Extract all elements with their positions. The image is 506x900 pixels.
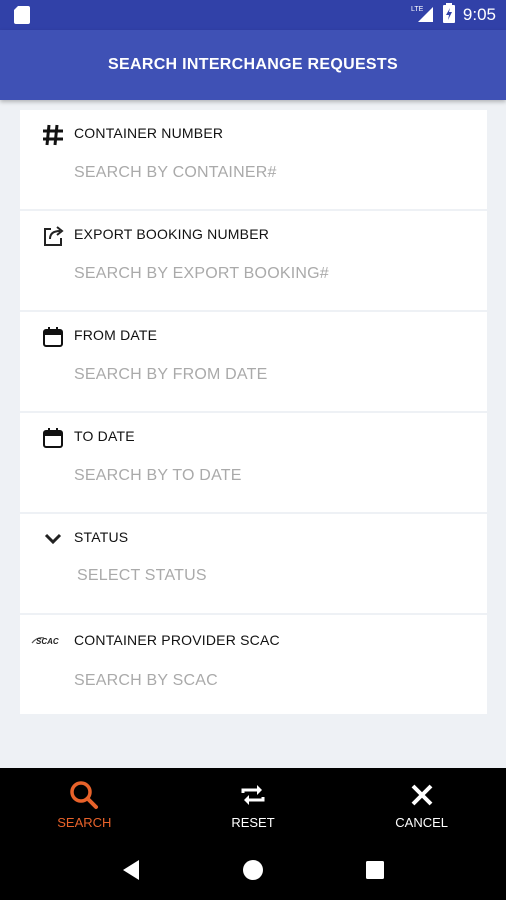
clock: 9:05	[462, 5, 496, 24]
status-bar: LTE 9:05	[0, 0, 506, 30]
scac-card: SCAC CONTAINER PROVIDER SCAC	[20, 615, 487, 714]
to-date-input[interactable]	[74, 465, 464, 487]
scac-input[interactable]	[74, 670, 464, 692]
container-number-label: CONTAINER NUMBER	[74, 125, 224, 141]
app-bar: SEARCH INTERCHANGE REQUESTS	[0, 30, 506, 100]
search-form: CONTAINER NUMBER EXPORT BOOKING NUMBER F…	[20, 110, 487, 716]
system-navigation-bar	[0, 840, 506, 900]
battery-icon	[442, 2, 455, 28]
reset-button-label: RESET	[231, 814, 275, 830]
container-number-card: CONTAINER NUMBER	[20, 110, 487, 209]
calendar-icon	[40, 324, 66, 350]
status-card[interactable]: STATUS SELECT STATUS	[20, 514, 487, 613]
lte-signal-icon: LTE	[411, 3, 435, 28]
from-date-card: FROM DATE	[20, 312, 487, 411]
to-date-card: TO DATE	[20, 413, 487, 512]
container-number-input[interactable]	[74, 162, 464, 184]
search-button-label: SEARCH	[57, 814, 112, 830]
chevron-down-icon	[40, 526, 66, 552]
to-date-label: TO DATE	[74, 428, 135, 444]
from-date-label: FROM DATE	[74, 327, 158, 343]
calendar-icon	[40, 425, 66, 451]
bottom-action-bar: SEARCH RESET CANCEL	[0, 768, 506, 840]
repeat-icon	[237, 779, 269, 811]
status-label: STATUS	[74, 529, 129, 545]
export-booking-card: EXPORT BOOKING NUMBER	[20, 211, 487, 310]
share-export-icon	[40, 223, 66, 249]
scac-label: CONTAINER PROVIDER SCAC	[74, 632, 280, 648]
search-icon	[68, 779, 100, 811]
reset-button[interactable]: RESET	[169, 768, 338, 840]
cancel-button[interactable]: CANCEL	[337, 768, 506, 840]
home-icon[interactable]	[233, 850, 273, 890]
close-icon	[406, 779, 438, 811]
sd-card-icon	[14, 6, 30, 24]
search-button[interactable]: SEARCH	[0, 768, 169, 840]
svg-text:SCAC: SCAC	[36, 637, 59, 646]
export-booking-label: EXPORT BOOKING NUMBER	[74, 226, 270, 242]
export-booking-input[interactable]	[74, 263, 464, 285]
scac-logo-icon: SCAC	[30, 627, 66, 653]
page-title: SEARCH INTERCHANGE REQUESTS	[108, 56, 398, 73]
svg-text:LTE: LTE	[411, 6, 424, 13]
from-date-input[interactable]	[74, 364, 464, 386]
cancel-button-label: CANCEL	[395, 814, 449, 830]
hash-icon	[40, 122, 66, 148]
recents-icon[interactable]	[355, 850, 395, 890]
status-select[interactable]: SELECT STATUS	[77, 567, 207, 585]
back-icon[interactable]	[111, 850, 151, 890]
